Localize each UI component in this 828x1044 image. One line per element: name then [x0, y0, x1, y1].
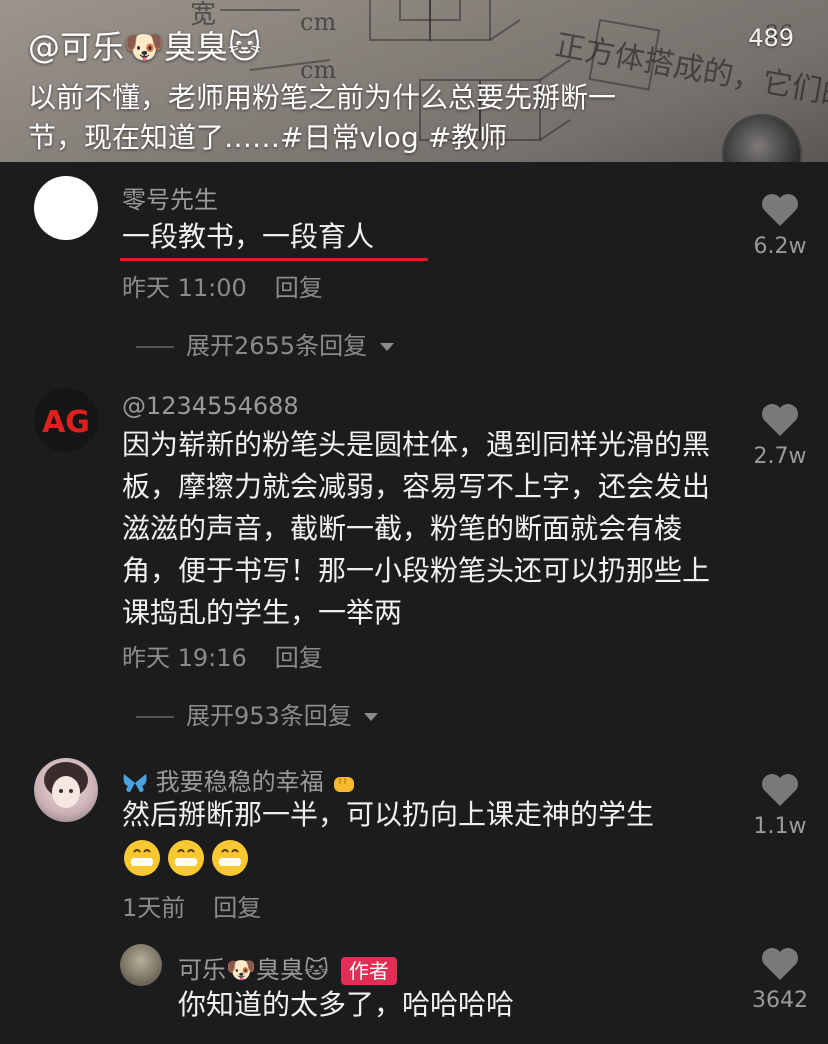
avatar[interactable]: AG: [34, 388, 98, 452]
emoji-row: [122, 838, 250, 882]
like-count: 3642: [752, 988, 808, 1013]
video-caption: 以前不懂，老师用粉笔之前为什么总要先掰断一节，现在知道了……#日常vlog #教…: [28, 81, 617, 154]
expand-replies-button[interactable]: 展开2655条回复: [136, 326, 395, 361]
comment-text: 因为崭新的粉笔头是圆柱体，遇到同样光滑的黑板，摩擦力就会减弱，容易写不上字，还会…: [122, 428, 711, 629]
comment-meta: 昨天 11:00 回复: [122, 268, 323, 303]
like-button[interactable]: 3642: [740, 946, 820, 1013]
comment-text: 然后掰断那一半，可以扔向上课走神的学生: [122, 798, 655, 831]
comment-meta: 昨天 19:16 回复: [122, 638, 323, 673]
reply-username-row[interactable]: 可乐🐶臭臭🐱 作者: [178, 950, 397, 985]
comment-time: 1天前: [122, 894, 186, 922]
caret-down-icon: [364, 713, 379, 721]
like-count: 6.2w: [753, 234, 807, 259]
like-button[interactable]: 2.7w: [740, 402, 820, 469]
comment-text: 一段教书，一段育人: [122, 220, 375, 253]
divider: [136, 716, 174, 718]
comment-username[interactable]: 零号先生: [122, 180, 218, 215]
reply-button[interactable]: 回复: [275, 644, 323, 672]
grinning-emoji-icon: [124, 840, 248, 876]
expand-replies-label: 展开953条回复: [186, 702, 352, 730]
comment-time: 昨天 11:00: [122, 274, 247, 302]
author-badge: 作者: [340, 957, 397, 985]
like-button[interactable]: 6.2w: [740, 192, 820, 259]
expand-replies-button[interactable]: 展开953条回复: [136, 696, 379, 731]
caret-down-icon: [379, 343, 394, 351]
like-button[interactable]: 1.1w: [740, 772, 820, 839]
avatar[interactable]: [34, 758, 98, 822]
video-author[interactable]: @可乐🐶臭臭🐱: [28, 22, 261, 68]
highlight-underline: [120, 258, 428, 261]
comment-username-row[interactable]: 我要稳稳的幸福: [122, 762, 357, 797]
like-count: 2.7w: [753, 444, 807, 469]
comment-meta: 1天前 回复: [122, 888, 261, 923]
reply-button[interactable]: 回复: [275, 274, 323, 302]
heart-icon: [762, 948, 798, 980]
girl-avatar-image: [44, 762, 88, 808]
avatar[interactable]: [34, 176, 98, 240]
comment-username[interactable]: @1234554688: [122, 392, 299, 420]
ag-logo-icon: AG: [42, 405, 90, 440]
expand-replies-label: 展开2655条回复: [186, 332, 368, 360]
fist-icon: [334, 777, 355, 792]
avatar[interactable]: [120, 944, 162, 986]
heart-icon: [762, 194, 798, 226]
video-header[interactable]: 宽 cm cm 正方体搭成的，它们的长、 36 @可乐🐶臭臭🐱 489 以前不懂…: [0, 0, 828, 162]
comment-username: 我要稳稳的幸福: [155, 768, 324, 796]
butterfly-icon: [123, 774, 147, 792]
heart-icon: [762, 774, 798, 806]
reply-username: 可乐🐶臭臭🐱: [178, 956, 329, 984]
reply-button[interactable]: 回复: [213, 894, 261, 922]
comment-time: 昨天 19:16: [122, 644, 247, 672]
divider: [136, 346, 174, 348]
like-count: 1.1w: [753, 814, 807, 839]
heart-icon: [762, 404, 798, 436]
video-count: 489: [748, 24, 794, 52]
ag-logo-text: AG: [42, 405, 90, 440]
reply-text: 你知道的太多了，哈哈哈哈: [178, 988, 515, 1021]
